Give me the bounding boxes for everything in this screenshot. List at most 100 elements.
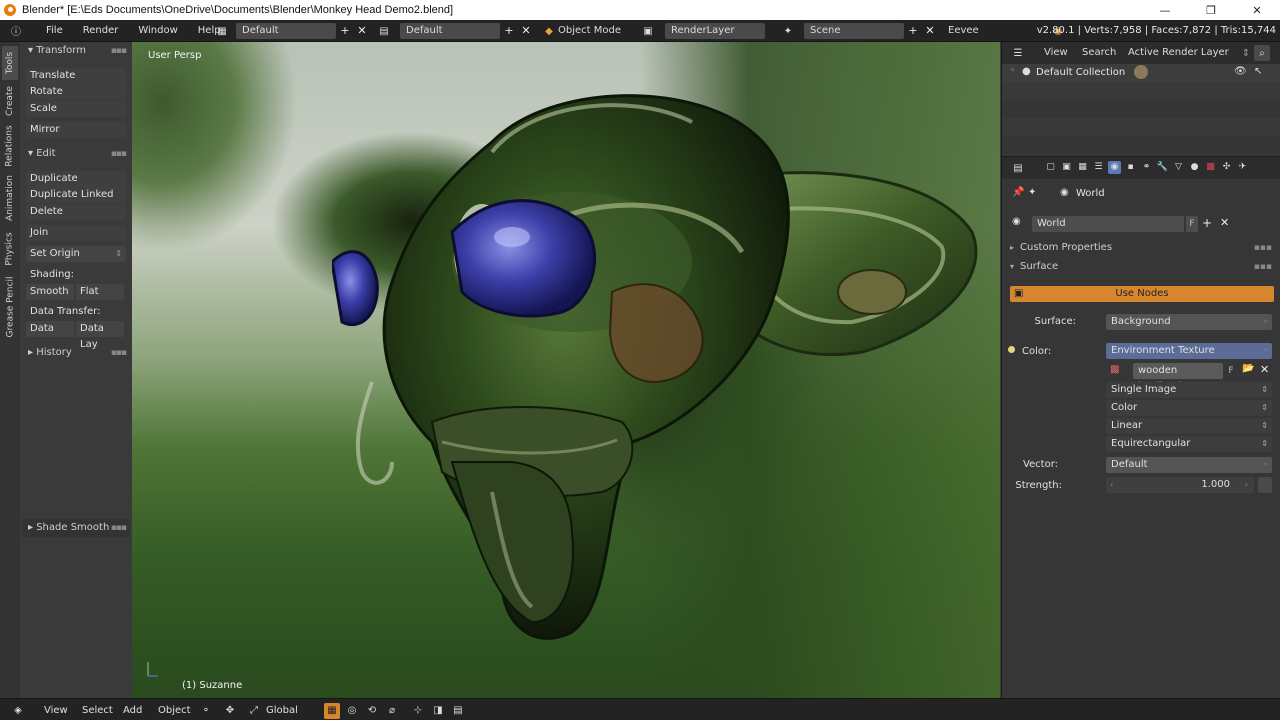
projection-select[interactable]: Equirectangular ⇕ xyxy=(1106,436,1272,452)
decrement-arrow-icon[interactable]: ‹ xyxy=(1110,477,1113,493)
add-scene-icon[interactable]: + xyxy=(906,23,920,39)
smooth-button[interactable]: Smooth xyxy=(26,284,74,300)
render-layer-icon[interactable]: ▣ xyxy=(640,23,656,39)
rotate-button[interactable]: Rotate xyxy=(26,84,126,100)
outliner-row-collection[interactable]: ◦ ● Default Collection 👁 ↖ xyxy=(1002,64,1280,82)
world-datablock-icon[interactable]: ◉ xyxy=(1012,216,1021,227)
screen-layout-field[interactable]: Default xyxy=(236,23,336,39)
pin-icon[interactable]: 📌 xyxy=(1012,187,1024,198)
fake-user-toggle[interactable]: F xyxy=(1186,216,1198,232)
workspace-icon[interactable]: ▤ xyxy=(376,23,392,39)
data-transfer-button[interactable]: Data xyxy=(26,321,74,337)
render-engine-select[interactable]: Eevee xyxy=(948,23,979,39)
drag-handle-icon[interactable]: ▪▪▪ xyxy=(111,42,127,60)
physics-tab-icon[interactable]: ✈ xyxy=(1236,161,1249,174)
render-preview-icon[interactable]: ◨ xyxy=(430,703,446,719)
interpolation-select[interactable]: Linear ⇕ xyxy=(1106,418,1272,434)
outliner-editor-icon[interactable]: ☰ xyxy=(1010,45,1026,61)
color-input-select[interactable]: Environment Texture ◦ xyxy=(1106,343,1272,359)
drag-handle-icon[interactable]: ▪▪▪ xyxy=(1254,258,1272,276)
world-name-field[interactable]: World xyxy=(1032,216,1184,232)
minimize-button[interactable]: — xyxy=(1142,0,1188,20)
info-editor-icon[interactable]: ⓘ xyxy=(8,23,24,39)
render-tab-icon[interactable]: ▢ xyxy=(1044,161,1057,174)
color-space-select[interactable]: Color ⇕ xyxy=(1106,400,1272,416)
snap-target-icon[interactable]: ⌀ xyxy=(384,703,400,719)
data-layout-button[interactable]: Data Lay xyxy=(76,321,124,350)
suzanne-monkey-mesh[interactable] xyxy=(332,62,992,642)
image-source-select[interactable]: Single Image ⇕ xyxy=(1106,382,1272,398)
translate-button[interactable]: Translate xyxy=(26,68,126,84)
close-window-button[interactable]: ✕ xyxy=(1234,0,1280,20)
tab-grease-pencil[interactable]: Grease Pencil xyxy=(2,274,18,340)
mirror-button[interactable]: Mirror xyxy=(26,122,126,138)
render-layers-tab-icon[interactable]: ▣ xyxy=(1060,161,1073,174)
overlay-icon[interactable]: ▤ xyxy=(450,703,466,719)
scene-tab-icon[interactable]: ☰ xyxy=(1092,161,1105,174)
selectable-arrow-icon[interactable]: ↖ xyxy=(1254,66,1262,77)
custom-properties-section[interactable]: ▸ Custom Properties ▪▪▪ xyxy=(1006,239,1276,257)
increment-arrow-icon[interactable]: › xyxy=(1245,477,1248,493)
viewport-shading-icon[interactable]: ▦ xyxy=(324,703,340,719)
mode-select[interactable]: Object Mode xyxy=(558,23,621,39)
drag-handle-icon[interactable]: ▪▪▪ xyxy=(111,145,127,163)
proportional-edit-icon[interactable]: ◎ xyxy=(344,703,360,719)
tab-tools[interactable]: Tools xyxy=(2,46,18,80)
drag-handle-icon[interactable]: ▪▪▪ xyxy=(111,519,127,537)
modifiers-tab-icon[interactable]: 🔧 xyxy=(1156,161,1169,174)
snap-icon[interactable]: ⟲ xyxy=(364,703,380,719)
image-fake-user-toggle[interactable]: F xyxy=(1226,363,1236,379)
data-tab-icon[interactable]: ▽ xyxy=(1172,161,1185,174)
vector-input-select[interactable]: Default ◦ xyxy=(1106,457,1272,473)
tab-physics[interactable]: Physics xyxy=(2,228,18,270)
set-origin-dropdown[interactable]: Set Origin ⇕ xyxy=(26,246,126,262)
tab-animation[interactable]: Animation xyxy=(2,172,18,224)
drag-handle-icon[interactable]: ▪▪▪ xyxy=(111,344,127,362)
outliner-view-menu[interactable]: View xyxy=(1044,45,1068,61)
viewport-view-menu[interactable]: View xyxy=(44,703,68,719)
properties-editor-icon[interactable]: ▤ xyxy=(1010,160,1026,176)
viewport-object-menu[interactable]: Object xyxy=(158,703,191,719)
3d-view-editor-icon[interactable]: ◈ xyxy=(10,703,26,719)
object-tab-icon[interactable]: ▪ xyxy=(1124,161,1137,174)
menu-window[interactable]: Window xyxy=(128,25,187,36)
remove-screen-icon[interactable]: ✕ xyxy=(355,23,369,39)
join-button[interactable]: Join xyxy=(26,225,126,241)
material-tab-icon[interactable]: ● xyxy=(1188,161,1201,174)
delete-button[interactable]: Delete xyxy=(26,204,126,220)
texture-tab-icon[interactable]: ▩ xyxy=(1204,161,1217,174)
tab-relations[interactable]: Relations xyxy=(2,122,18,170)
use-nodes-button[interactable]: ▣ Use Nodes xyxy=(1010,286,1274,302)
expand-dot-icon[interactable]: ◦ xyxy=(1010,66,1015,76)
view-layer-tab-icon[interactable]: ▦ xyxy=(1076,161,1089,174)
search-icon[interactable]: ⌕ xyxy=(1254,45,1270,61)
scene-field[interactable]: Scene xyxy=(804,23,904,39)
world-tab-icon[interactable]: ◉ xyxy=(1108,161,1121,174)
panel-transform-header[interactable]: ▾ Transform ▪▪▪ xyxy=(22,42,130,60)
outliner-search-menu[interactable]: Search xyxy=(1082,45,1116,61)
transform-orientation-select[interactable]: Global xyxy=(266,703,298,719)
viewport-add-menu[interactable]: Add xyxy=(123,703,142,719)
scale-button[interactable]: Scale xyxy=(26,101,126,117)
duplicate-button[interactable]: Duplicate xyxy=(26,171,126,187)
panel-history-header[interactable]: ▸ History ▪▪▪ xyxy=(22,344,130,362)
unlink-image-button[interactable]: ✕ xyxy=(1260,363,1269,376)
open-folder-icon[interactable]: 📂 xyxy=(1242,363,1254,374)
remove-scene-icon[interactable]: ✕ xyxy=(923,23,937,39)
panel-edit-header[interactable]: ▾ Edit ▪▪▪ xyxy=(22,145,130,163)
flat-button[interactable]: Flat xyxy=(76,284,124,300)
visibility-eye-icon[interactable]: 👁 xyxy=(1234,66,1247,77)
unlink-world-button[interactable]: ✕ xyxy=(1220,216,1229,229)
surface-section[interactable]: ▾ Surface ▪▪▪ xyxy=(1006,258,1276,276)
duplicate-linked-button[interactable]: Duplicate Linked xyxy=(26,187,126,203)
add-screen-icon[interactable]: + xyxy=(338,23,352,39)
viewport-select-menu[interactable]: Select xyxy=(82,703,113,719)
menu-file[interactable]: File xyxy=(36,25,73,36)
add-workspace-icon[interactable]: + xyxy=(502,23,516,39)
pivot-point-icon[interactable]: ⚬ xyxy=(198,703,214,719)
strength-slider[interactable]: ‹ 1.000 › xyxy=(1106,477,1254,493)
outliner-display-mode[interactable]: Active Render Layer xyxy=(1128,45,1229,61)
socket-dot-icon[interactable] xyxy=(1008,346,1015,353)
remove-workspace-icon[interactable]: ✕ xyxy=(519,23,533,39)
workspace-field[interactable]: Default xyxy=(400,23,500,39)
